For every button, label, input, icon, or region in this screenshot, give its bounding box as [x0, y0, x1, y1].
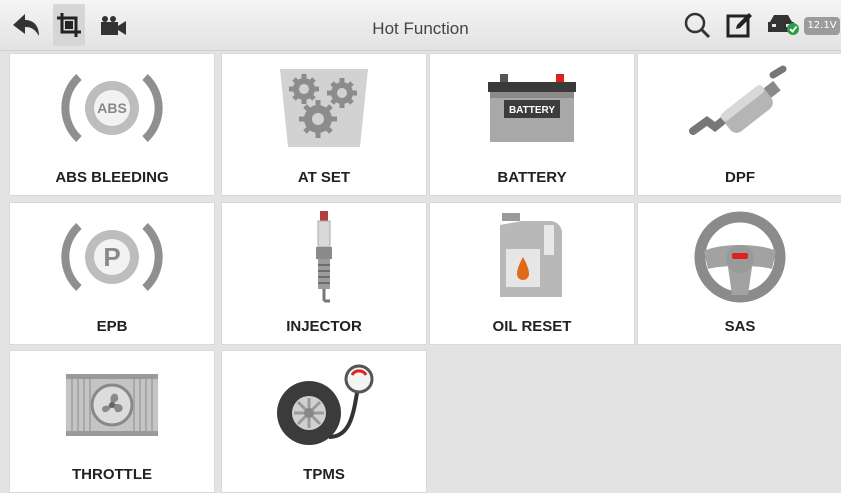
tile-throttle[interactable]: THROTTLE — [10, 351, 214, 492]
tile-label: EPB — [96, 318, 128, 335]
tile-label: OIL RESET — [492, 318, 572, 335]
tire-gauge-icon — [277, 364, 374, 445]
battery-icon: BATTERY — [488, 74, 576, 142]
search-icon — [684, 12, 711, 39]
tile-dpf[interactable]: DPF — [638, 54, 841, 195]
top-toolbar: Hot Function 12.1V — [0, 0, 841, 51]
tile-label: BATTERY — [497, 169, 567, 186]
abs-icon: ABS — [61, 74, 163, 142]
battery-badge-text: BATTERY — [509, 105, 555, 116]
tile-sas[interactable]: SAS — [638, 203, 841, 344]
svg-text:P: P — [103, 242, 120, 272]
tile-abs-bleeding[interactable]: ABS ABS BLEEDING — [10, 54, 214, 195]
exhaust-filter-icon — [689, 65, 787, 135]
battery-voltage-badge: 12.1V — [804, 17, 840, 35]
parking-brake-icon: P — [61, 223, 163, 291]
gears-icon — [280, 69, 368, 147]
tile-label: INJECTOR — [286, 318, 362, 335]
tile-battery[interactable]: BATTERY BATTERY — [430, 54, 634, 195]
tile-tpms[interactable]: TPMS — [222, 351, 426, 492]
vehicle-connected-icon — [768, 15, 799, 35]
tile-epb[interactable]: P EPB — [10, 203, 214, 344]
tile-label: ABS BLEEDING — [55, 169, 169, 186]
tile-label: DPF — [725, 169, 755, 186]
tile-label: THROTTLE — [72, 466, 152, 483]
edit-button[interactable] — [724, 9, 756, 41]
edit-note-icon — [726, 13, 752, 38]
oil-can-icon — [500, 213, 562, 297]
tile-label: SAS — [724, 318, 756, 335]
spark-plug-icon — [316, 211, 332, 303]
tile-at-set[interactable]: AT SET — [222, 54, 426, 195]
tile-oil-reset[interactable]: OIL RESET — [430, 203, 634, 344]
tile-label: TPMS — [303, 466, 345, 483]
search-button[interactable] — [681, 9, 713, 41]
tile-label: AT SET — [297, 169, 351, 186]
vehicle-status-button[interactable] — [767, 9, 803, 41]
page-title: Hot Function — [372, 19, 469, 38]
tile-injector[interactable]: INJECTOR — [222, 203, 426, 344]
steering-wheel-icon — [694, 211, 786, 303]
radiator-fan-icon — [66, 374, 158, 436]
svg-text:ABS: ABS — [97, 100, 127, 116]
